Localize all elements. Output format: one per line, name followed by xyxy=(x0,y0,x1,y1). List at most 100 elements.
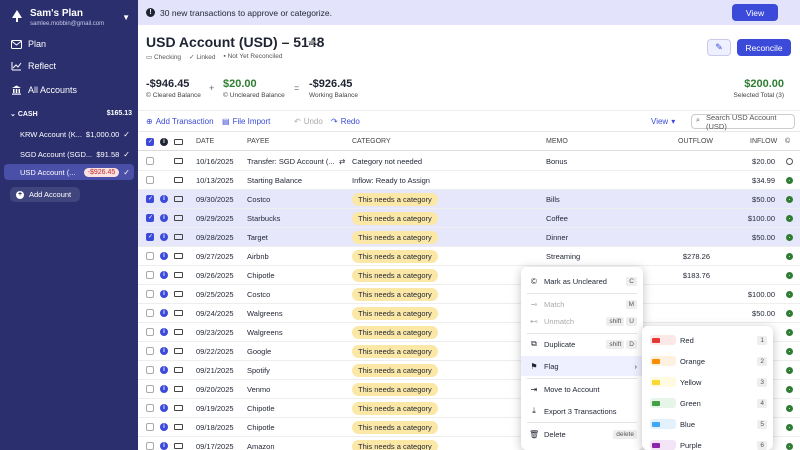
flag-option-orange[interactable]: Orange 2 xyxy=(642,351,773,371)
row-category[interactable]: Inflow: Ready to Assign xyxy=(352,176,430,185)
row-checkbox[interactable] xyxy=(146,271,154,279)
row-payee[interactable]: Walgreens xyxy=(247,328,283,337)
redo-button[interactable]: ↷ Redo xyxy=(331,117,360,126)
edit-account-button[interactable]: ✎ xyxy=(707,39,731,56)
category-pill[interactable]: This needs a category xyxy=(352,364,438,377)
category-pill[interactable]: This needs a category xyxy=(352,326,438,339)
cleared-status-icon[interactable] xyxy=(786,253,793,260)
row-date[interactable]: 09/29/2025 xyxy=(196,214,234,223)
info-icon[interactable]: i xyxy=(160,214,168,222)
info-icon[interactable]: i xyxy=(160,271,168,279)
row-date[interactable]: 09/30/2025 xyxy=(196,195,234,204)
flag-icon[interactable] xyxy=(174,215,183,221)
category-pill[interactable]: This needs a category xyxy=(352,250,438,263)
category-pill[interactable]: This needs a category xyxy=(352,383,438,396)
flag-icon[interactable] xyxy=(174,424,183,430)
row-date[interactable]: 09/19/2025 xyxy=(196,404,234,413)
undo-button[interactable]: ↶ Undo xyxy=(294,117,323,126)
info-icon[interactable]: i xyxy=(160,347,168,355)
col-memo[interactable]: MEMO xyxy=(546,138,568,145)
info-icon[interactable]: i xyxy=(160,252,168,260)
row-checkbox[interactable] xyxy=(146,347,154,355)
cleared-status-icon[interactable] xyxy=(786,196,793,203)
info-icon[interactable]: i xyxy=(160,233,168,241)
row-checkbox[interactable] xyxy=(146,423,154,431)
menu-delete[interactable]: 🗑 Delete delete xyxy=(521,424,643,444)
flag-option-purple[interactable]: Purple 6 xyxy=(642,435,773,450)
flag-icon[interactable] xyxy=(174,253,183,259)
category-pill[interactable]: This needs a category xyxy=(352,345,438,358)
category-pill[interactable]: This needs a category xyxy=(352,440,438,450)
menu-duplicate[interactable]: ⧉ Duplicate shift D xyxy=(521,334,643,354)
flag-icon[interactable] xyxy=(174,310,183,316)
row-payee[interactable]: Chipotle xyxy=(247,271,275,280)
cleared-status-icon[interactable] xyxy=(786,348,793,355)
row-checkbox[interactable] xyxy=(146,309,154,317)
col-date[interactable]: DATE xyxy=(196,138,214,145)
category-pill[interactable]: This needs a category xyxy=(352,402,438,415)
cleared-status-icon[interactable] xyxy=(786,158,793,165)
flag-icon[interactable] xyxy=(174,329,183,335)
row-payee[interactable]: Amazon xyxy=(247,442,275,450)
category-pill[interactable]: This needs a category xyxy=(352,288,438,301)
row-memo[interactable]: Dinner xyxy=(546,233,568,242)
row-inflow[interactable]: $100.00 xyxy=(748,214,775,223)
cleared-status-icon[interactable] xyxy=(786,177,793,184)
cleared-status-icon[interactable] xyxy=(786,386,793,393)
row-checkbox[interactable] xyxy=(146,157,154,165)
cleared-status-icon[interactable] xyxy=(786,424,793,431)
category-pill[interactable]: This needs a category xyxy=(352,231,438,244)
row-payee[interactable]: Airbnb xyxy=(247,252,269,261)
row-date[interactable]: 09/28/2025 xyxy=(196,233,234,242)
account-krw[interactable]: KRW Account (K... $1,000.00 ✓ xyxy=(4,126,134,142)
row-payee[interactable]: Spotify xyxy=(247,366,270,375)
row-checkbox[interactable] xyxy=(146,195,154,203)
info-icon[interactable]: i xyxy=(160,328,168,336)
flag-icon[interactable] xyxy=(174,386,183,392)
flag-icon[interactable] xyxy=(174,234,183,240)
info-icon[interactable]: i xyxy=(160,404,168,412)
chevron-down-icon[interactable]: ▼ xyxy=(122,13,130,22)
reconcile-button[interactable]: Reconcile xyxy=(737,39,791,56)
row-outflow[interactable]: $278.26 xyxy=(683,252,710,261)
row-checkbox[interactable] xyxy=(146,385,154,393)
info-icon[interactable]: i xyxy=(160,442,168,450)
info-icon[interactable]: i xyxy=(160,366,168,374)
cleared-status-icon[interactable] xyxy=(786,310,793,317)
menu-mark-uncleared[interactable]: © Mark as Uncleared C xyxy=(521,271,643,291)
row-memo[interactable]: Bonus xyxy=(546,157,567,166)
table-row[interactable]: 10/16/2025 Transfer: SGD Account (... Cate… xyxy=(138,152,800,171)
row-checkbox[interactable] xyxy=(146,252,154,260)
table-row[interactable]: i 09/24/2025 Walgreens This needs a categor… xyxy=(138,304,800,323)
row-payee[interactable]: Starbucks xyxy=(247,214,280,223)
flag-icon[interactable] xyxy=(174,291,183,297)
row-inflow[interactable]: $34.99 xyxy=(752,176,775,185)
banner-view-button[interactable]: View xyxy=(732,4,778,21)
row-checkbox[interactable] xyxy=(146,442,154,450)
info-icon[interactable]: i xyxy=(160,290,168,298)
row-checkbox[interactable] xyxy=(146,290,154,298)
row-payee[interactable]: Chipotle xyxy=(247,404,275,413)
flag-icon[interactable] xyxy=(174,443,183,449)
flag-option-blue[interactable]: Blue 5 xyxy=(642,414,773,434)
row-payee[interactable]: Chipotle xyxy=(247,423,275,432)
row-inflow[interactable]: $100.00 xyxy=(748,290,775,299)
view-dropdown[interactable]: View ▾ xyxy=(651,117,675,126)
row-date[interactable]: 09/18/2025 xyxy=(196,423,234,432)
row-inflow[interactable]: $20.00 xyxy=(752,157,775,166)
flag-icon[interactable] xyxy=(174,348,183,354)
row-checkbox[interactable] xyxy=(146,176,154,184)
row-payee[interactable]: Costco xyxy=(247,195,270,204)
file-import-button[interactable]: ▤ File Import xyxy=(222,117,270,126)
row-payee[interactable]: Starting Balance xyxy=(247,176,302,185)
info-icon[interactable]: i xyxy=(160,385,168,393)
row-date[interactable]: 09/25/2025 xyxy=(196,290,234,299)
star-icon[interactable]: ★ xyxy=(307,36,317,49)
cleared-status-icon[interactable] xyxy=(786,443,793,450)
table-row[interactable]: i 09/28/2025 Target This needs a category Di… xyxy=(138,228,800,247)
row-inflow[interactable]: $50.00 xyxy=(752,309,775,318)
row-checkbox[interactable] xyxy=(146,328,154,336)
search-input[interactable]: ⌕ Search USD Account (USD) xyxy=(691,113,795,131)
row-date[interactable]: 09/26/2025 xyxy=(196,271,234,280)
plan-switcher[interactable]: Sam's Plan samlee.mobbin@gmail.com ▼ xyxy=(8,6,132,30)
